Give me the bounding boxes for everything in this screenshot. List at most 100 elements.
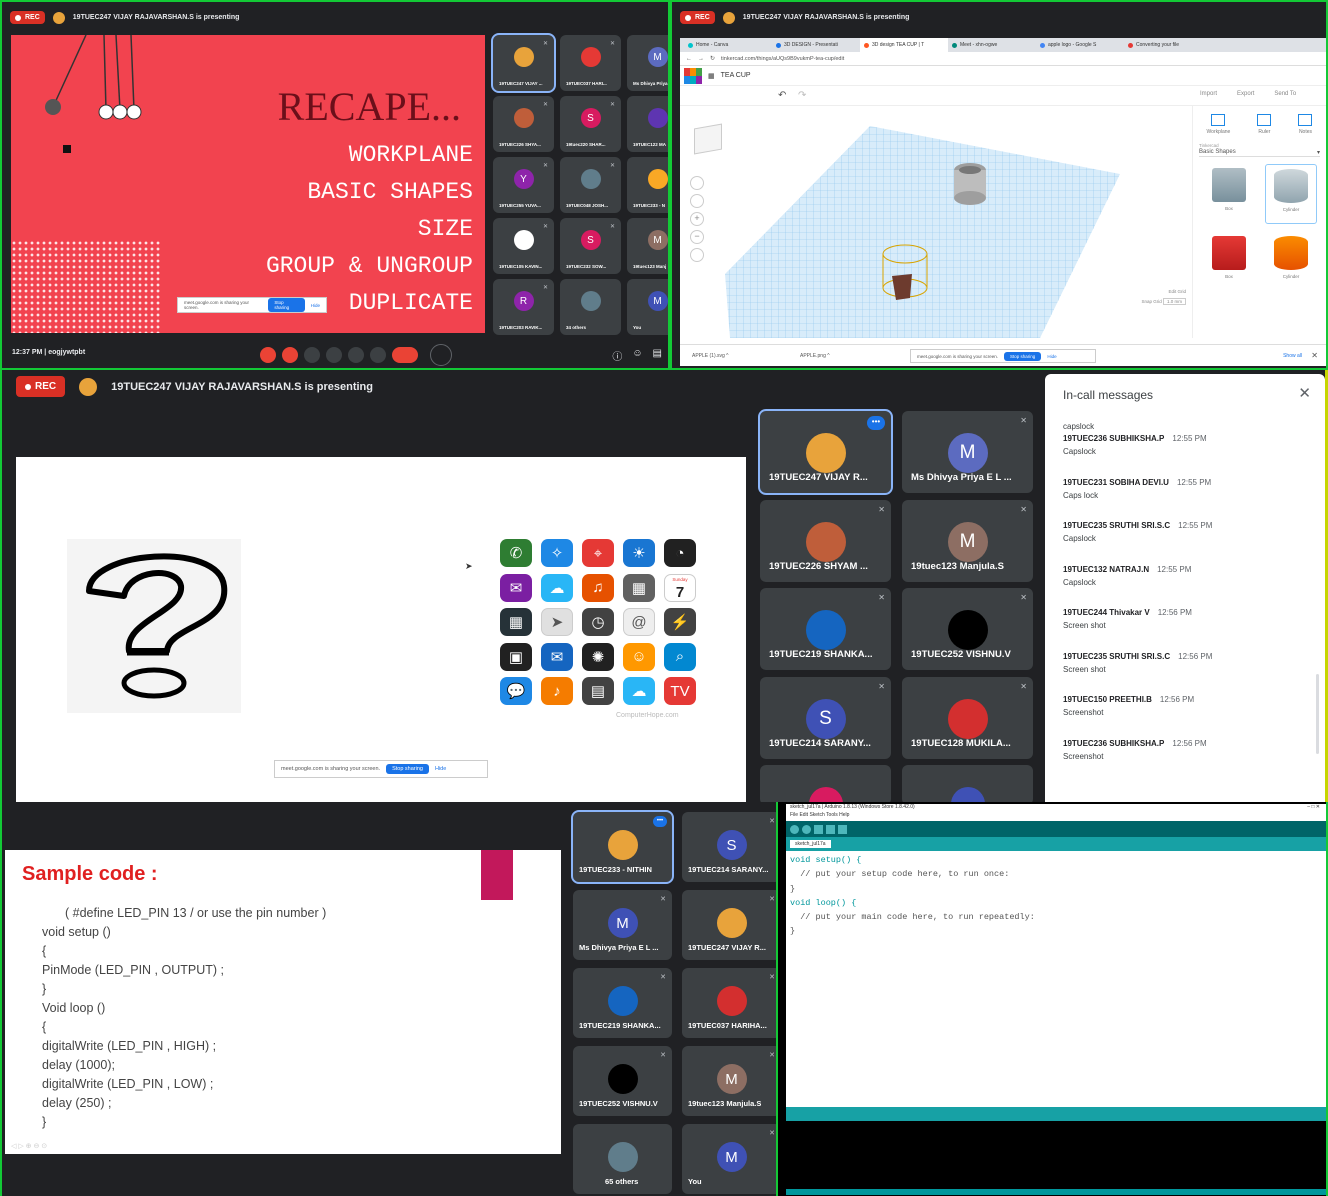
tinkercad-logo[interactable] (684, 67, 702, 84)
participant-tile[interactable]: M ✕ 19tuec123 Manjula.S (682, 1046, 776, 1116)
pen-tool-button[interactable] (430, 344, 452, 366)
design-menu-icon[interactable]: ▦ (708, 72, 715, 80)
present-button[interactable] (348, 347, 364, 363)
leave-call-button[interactable] (392, 347, 418, 363)
design-name[interactable]: TEA CUP (721, 72, 751, 79)
participant-tile[interactable]: 65 others (573, 1124, 672, 1194)
participant-tile[interactable]: ✕19TUEC122 MA (627, 96, 668, 152)
shape-cylinder[interactable]: Cylinder (1265, 164, 1317, 224)
browser-tabs: Home - Canva 3D DESIGN - Presentati 3D des… (680, 38, 1326, 52)
ruler-tool[interactable]: Ruler (1257, 114, 1272, 135)
browser-tab[interactable]: Home - Canva (684, 38, 772, 52)
notes-tool[interactable]: Notes (1298, 114, 1313, 135)
participant-tile[interactable]: M ✕ Ms Dhivya Priya E L ... (573, 890, 672, 960)
code-editor[interactable]: void setup() { // put your setup code he… (786, 851, 1326, 1107)
participant-tile[interactable]: ✕ 19TUEC247 VIJAY ... (491, 33, 556, 93)
browser-tab[interactable]: Converting your file (1124, 38, 1212, 52)
participant-tile[interactable]: ✕ 19TUEC048 JOSH... (560, 157, 621, 213)
stop-sharing-button[interactable]: Stop sharing (268, 298, 305, 312)
participant-tile[interactable]: ✕19TUEC233 - N (627, 157, 668, 213)
participant-tile[interactable]: ••• 19TUEC233 - NITHIN (571, 810, 674, 884)
open-button[interactable] (826, 824, 835, 834)
import-button[interactable]: Import (1200, 91, 1217, 97)
raise-hand-button[interactable] (326, 347, 342, 363)
more-icon[interactable]: ••• (653, 816, 667, 827)
participant-tile[interactable]: ✕ 19TUEC219 SHANKA... (760, 588, 891, 670)
shape-box[interactable]: Box (1203, 164, 1255, 224)
upload-button[interactable] (802, 824, 811, 834)
hide-button[interactable]: Hide (1047, 354, 1056, 359)
participant-tile[interactable]: ✕ 19TUEC037 HARIHA... (682, 968, 776, 1038)
chat-scrollbar[interactable] (1316, 674, 1319, 754)
participant-tile[interactable]: ✕ 19TUEC226 SHYAM ... (760, 499, 891, 582)
library-select[interactable]: Basic Shapes ▾ (1199, 149, 1320, 157)
forward-icon[interactable]: → (698, 56, 704, 62)
export-button[interactable]: Export (1237, 91, 1254, 97)
participant-tile[interactable]: S ✕ 19TUEC214 SARANY... (682, 812, 776, 882)
participant-tile[interactable]: M✕Ms Dhivya Priya (627, 35, 668, 91)
url-field[interactable]: tinkercad.com/things/aUQs9B9vukmP-tea-cu… (721, 56, 844, 62)
save-button[interactable] (838, 824, 847, 834)
people-icon[interactable]: ☺ (632, 348, 642, 363)
edit-grid-label[interactable]: Edit Grid (1168, 289, 1186, 294)
send-to-button[interactable]: Send To (1274, 91, 1296, 97)
browser-tab[interactable]: Meet - xhn-ogwe (948, 38, 1036, 52)
shape-box[interactable]: Box (1203, 232, 1255, 292)
participant-tile[interactable]: ✕ 19TUEC128 MUKILA... (902, 676, 1033, 759)
participant-tile[interactable]: ✕ 19TUEC252 VISHNU.V (573, 1046, 672, 1116)
reload-icon[interactable]: ↻ (710, 55, 715, 62)
shape-cylinder[interactable]: Cylinder (1265, 232, 1317, 292)
sketch-tab[interactable]: sketch_jul17a (790, 840, 831, 848)
stop-sharing-button[interactable]: Stop sharing (386, 764, 429, 774)
stop-sharing-button[interactable]: Stop sharing (1004, 351, 1042, 361)
snap-grid-select[interactable]: 1.0 mm (1162, 298, 1186, 305)
participant-tile[interactable]: ✕ 19TUEC247 VIJAY R... (682, 890, 776, 960)
show-all-link[interactable]: Show all (1283, 353, 1302, 359)
participant-tile[interactable]: R ✕ 19TUEC203 RAVIK... (493, 279, 554, 335)
chat-icon[interactable]: ▤ (653, 348, 662, 363)
browser-tab[interactable]: apple logo - Google S (1036, 38, 1124, 52)
participant-tile[interactable]: ✕ 19TUEC226 SHYA... (493, 96, 554, 152)
window-controls[interactable]: – □ ✕ (1307, 804, 1320, 810)
itunes-app-icon: ♪ (541, 677, 573, 705)
browser-tab[interactable]: 3D design TEA CUP | T (860, 38, 948, 52)
participant-tile-partial[interactable] (902, 765, 1033, 802)
workplane-tool[interactable]: Workplane (1207, 114, 1230, 135)
captions-button[interactable] (304, 347, 320, 363)
participant-tile[interactable]: ✕ 19TUEC105 KAVIN... (493, 218, 554, 274)
close-icon[interactable]: ✕ (1311, 351, 1318, 360)
participant-tile[interactable]: M✕19tuec123 Manj (627, 218, 668, 274)
participant-tile[interactable]: M ✕ 19tuec123 Manjula.S (902, 499, 1033, 582)
close-chat-icon[interactable]: ✕ (1298, 384, 1311, 402)
download-item-png[interactable]: APPLE.png ^ (800, 353, 830, 359)
redo-icon[interactable]: ↷ (798, 90, 806, 101)
mic-off-button[interactable] (260, 347, 276, 363)
participant-tile[interactable]: Y ✕ 19TUEC255 YUVA... (493, 157, 554, 213)
download-item-svg[interactable]: APPLE (1).svg ^ (692, 353, 729, 359)
undo-icon[interactable]: ↶ (778, 90, 786, 101)
browser-tab[interactable]: 3D DESIGN - Presentati (772, 38, 860, 52)
participant-tile[interactable]: M You (627, 279, 668, 335)
verify-button[interactable] (790, 824, 799, 834)
participant-tile[interactable]: M ✕ You (682, 1124, 776, 1194)
participant-tile-partial[interactable] (760, 765, 891, 802)
participant-tile[interactable]: ••• 19TUEC247 VIJAY R... (758, 409, 893, 495)
participant-tile[interactable]: 34 others (560, 279, 621, 335)
code-line: PinMode (LED_PIN , OUTPUT) ; (42, 963, 224, 977)
participant-tile[interactable]: M ✕ Ms Dhivya Priya E L ... (902, 411, 1033, 493)
info-icon[interactable]: ⓘ (612, 348, 622, 363)
participant-tile[interactable]: S ✕ 19tuec220 SHAR... (560, 96, 621, 152)
new-button[interactable] (814, 824, 823, 834)
participant-tile[interactable]: ✕ 19TUEC219 SHANKA... (573, 968, 672, 1038)
hide-button[interactable]: Hide (435, 766, 446, 772)
more-options-button[interactable] (370, 347, 386, 363)
back-icon[interactable]: ← (686, 56, 692, 62)
participant-tile[interactable]: ✕ 19TUEC252 VISHNU.V (902, 588, 1033, 670)
participant-tile[interactable]: S ✕ 19TUEC214 SARANY... (760, 676, 891, 759)
more-icon[interactable]: ••• (867, 416, 885, 430)
workplane-grid[interactable] (680, 106, 1190, 338)
participant-tile[interactable]: ✕ 19TUEC037 HARI... (560, 35, 621, 91)
camera-off-button[interactable] (282, 347, 298, 363)
hide-button[interactable]: Hide (311, 303, 320, 308)
participant-tile[interactable]: S ✕ 19TUEC232 SOW... (560, 218, 621, 274)
